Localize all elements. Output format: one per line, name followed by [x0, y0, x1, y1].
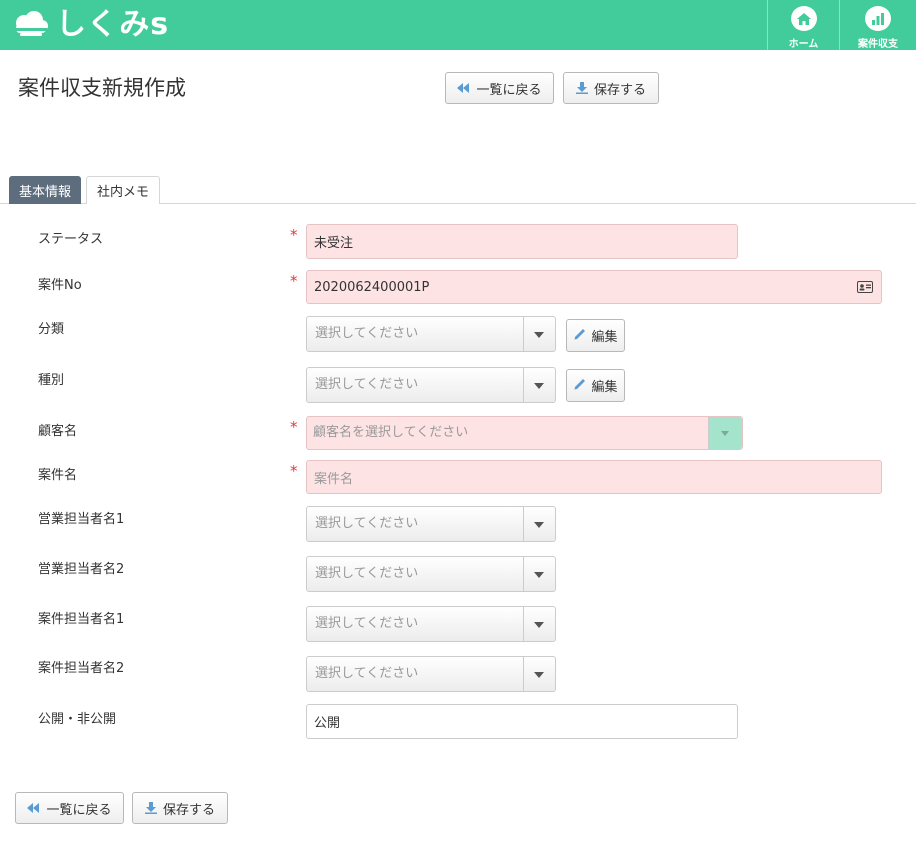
- publicity-label: 公開・非公開: [38, 712, 117, 727]
- nav-case-balance-label: 案件収支: [858, 39, 898, 50]
- required-mark: *: [290, 272, 298, 290]
- category-placeholder: 選択してください: [315, 326, 419, 341]
- kind-select[interactable]: 選択してください: [306, 367, 556, 403]
- sales-person-1-placeholder: 選択してください: [315, 516, 419, 531]
- caret-down-icon: [721, 431, 729, 436]
- nav-home-label: ホーム: [788, 39, 819, 50]
- case-no-field[interactable]: 2020062400001P: [306, 270, 882, 304]
- required-mark: *: [290, 418, 298, 436]
- page-title: 案件収支新規作成: [18, 76, 186, 100]
- status-label: ステータス: [38, 232, 104, 247]
- required-mark: *: [290, 462, 298, 480]
- pencil-icon: [573, 377, 587, 395]
- case-no-label: 案件No: [38, 278, 82, 293]
- logo[interactable]: しくみs: [10, 7, 169, 43]
- download-icon: [144, 802, 157, 814]
- required-mark: *: [290, 226, 298, 244]
- customer-label: 顧客名: [38, 424, 78, 439]
- case-person-1-placeholder: 選択してください: [315, 616, 419, 631]
- customer-select[interactable]: 顧客名を選択してください: [306, 416, 743, 450]
- case-person-1-select[interactable]: 選択してください: [306, 606, 556, 642]
- double-left-icon: [457, 83, 470, 93]
- download-icon: [575, 82, 588, 94]
- back-to-list-button-top[interactable]: 一覧に戻る: [445, 72, 554, 104]
- status-value: 未受注: [314, 236, 354, 251]
- cloud-logo-icon: [12, 11, 48, 36]
- back-to-list-button-bottom[interactable]: 一覧に戻る: [15, 792, 124, 824]
- caret-down-icon: [534, 332, 544, 338]
- caret-down-icon: [534, 572, 544, 578]
- pencil-icon: [573, 327, 587, 345]
- case-person-2-label: 案件担当者名2: [38, 661, 125, 676]
- publicity-value: 公開: [314, 716, 341, 731]
- caret-down-icon: [534, 522, 544, 528]
- caret-down-icon: [534, 383, 544, 389]
- back-to-list-label: 一覧に戻る: [476, 82, 542, 98]
- category-edit-button[interactable]: 編集: [566, 319, 625, 352]
- top-navbar: しくみs ホーム 案件収支: [0, 0, 916, 50]
- kind-placeholder: 選択してください: [315, 377, 419, 392]
- chart-icon: [872, 12, 884, 25]
- kind-edit-button[interactable]: 編集: [566, 369, 625, 402]
- double-left-icon: [27, 803, 40, 813]
- sales-person-1-select[interactable]: 選択してください: [306, 506, 556, 542]
- case-name-input[interactable]: 案件名: [306, 460, 882, 494]
- save-label: 保存する: [162, 802, 215, 818]
- case-person-2-placeholder: 選択してください: [315, 666, 419, 681]
- save-button-top[interactable]: 保存する: [563, 72, 659, 104]
- case-no-value: 2020062400001P: [314, 279, 430, 295]
- sales-person-2-label: 営業担当者名2: [38, 562, 125, 577]
- tab-basic-info[interactable]: 基本情報: [9, 176, 81, 204]
- case-name-label: 案件名: [38, 468, 78, 483]
- kind-label: 種別: [38, 373, 65, 388]
- caret-down-icon: [534, 672, 544, 678]
- case-person-1-label: 案件担当者名1: [38, 612, 125, 627]
- status-field[interactable]: 未受注: [306, 224, 738, 259]
- edit-label: 編集: [591, 380, 618, 395]
- save-button-bottom[interactable]: 保存する: [132, 792, 228, 824]
- caret-down-icon: [534, 622, 544, 628]
- publicity-field[interactable]: 公開: [306, 704, 738, 739]
- case-person-2-select[interactable]: 選択してください: [306, 656, 556, 692]
- logo-text: しくみs: [56, 7, 170, 42]
- customer-placeholder: 顧客名を選択してください: [313, 425, 469, 440]
- sales-person-2-placeholder: 選択してください: [315, 566, 419, 581]
- tab-internal-memo[interactable]: 社内メモ: [86, 176, 160, 204]
- nav-case-balance-button[interactable]: 案件収支: [839, 0, 916, 50]
- save-label: 保存する: [593, 82, 646, 98]
- edit-label: 編集: [591, 330, 618, 345]
- nav-home-button[interactable]: ホーム: [767, 0, 839, 50]
- back-to-list-label: 一覧に戻る: [46, 802, 112, 818]
- home-icon: [796, 12, 811, 25]
- sales-person-2-select[interactable]: 選択してください: [306, 556, 556, 592]
- sales-person-1-label: 営業担当者名1: [38, 512, 125, 527]
- id-card-icon: [857, 281, 873, 297]
- category-select[interactable]: 選択してください: [306, 316, 556, 352]
- category-label: 分類: [38, 322, 65, 337]
- case-name-placeholder: 案件名: [314, 471, 354, 487]
